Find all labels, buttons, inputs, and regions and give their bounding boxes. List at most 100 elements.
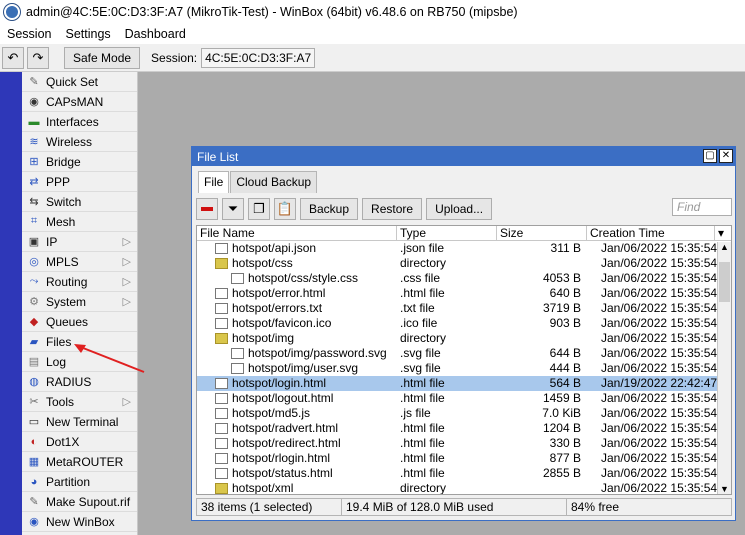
- cell-type: .html file: [400, 421, 445, 435]
- table-header: File Name Type Size Creation Time ▾: [197, 226, 731, 241]
- column-chooser-icon[interactable]: ▾: [715, 226, 731, 240]
- sidebar-item-new-terminal[interactable]: ▭ New Terminal: [22, 412, 137, 432]
- submenu-arrow-icon: ▷: [122, 276, 131, 288]
- ppp-icon: ⇄: [29, 176, 39, 188]
- sidebar-item-routing[interactable]: ⤳ Routing ▷: [22, 272, 137, 292]
- column-creation-time[interactable]: Creation Time: [587, 226, 715, 240]
- file-toolbar: ⏷ ❐ 📋 Backup Restore Upload... Find: [196, 197, 732, 221]
- tab-bar: File Cloud Backup: [198, 171, 318, 193]
- table-row[interactable]: hotspot/radvert.html .html file 1204 B Jan/…: [197, 421, 731, 436]
- file-name-text: hotspot/favicon.ico: [232, 316, 332, 330]
- table-row[interactable]: hotspot/favicon.ico .ico file 903 B Jan/06/…: [197, 316, 731, 331]
- scroll-up-icon[interactable]: ▲: [718, 242, 731, 252]
- winbox-icon: ◉: [29, 516, 39, 528]
- file-list-titlebar[interactable]: File List ▢ ✕: [192, 147, 735, 166]
- sidebar-item-ppp[interactable]: ⇄ PPP: [22, 172, 137, 192]
- upload-button[interactable]: Upload...: [426, 198, 493, 220]
- maximize-icon: ▢: [705, 150, 715, 161]
- table-row[interactable]: hotspot/xml directory Jan/06/2022 15:35:54: [197, 481, 731, 494]
- sidebar-item-label: IP: [46, 234, 58, 249]
- cell-size: 2855 B: [542, 466, 581, 480]
- sidebar-item-interfaces[interactable]: ▬ Interfaces: [22, 112, 137, 132]
- table-row[interactable]: hotspot/img/user.svg .svg file 444 B Jan/06…: [197, 361, 731, 376]
- table-row[interactable]: hotspot/redirect.html .html file 330 B Jan/…: [197, 436, 731, 451]
- sidebar-item-metarouter[interactable]: ▦ MetaROUTER: [22, 452, 137, 472]
- table-row[interactable]: hotspot/api.json .json file 311 B Jan/06/20…: [197, 241, 731, 256]
- cell-type: .txt file: [400, 301, 435, 315]
- table-row[interactable]: hotspot/errors.txt .txt file 3719 B Jan/06/…: [197, 301, 731, 316]
- sidebar-item-label: System: [46, 294, 87, 309]
- status-free: 84% free: [571, 500, 620, 514]
- sidebar-item-tools[interactable]: ✂ Tools ▷: [22, 392, 137, 412]
- file-icon: [215, 318, 228, 329]
- tab-cloud-backup[interactable]: Cloud Backup: [230, 171, 318, 193]
- scroll-thumb[interactable]: [719, 262, 730, 302]
- file-icon: [215, 393, 228, 404]
- filter-button[interactable]: ⏷: [222, 198, 244, 220]
- sidebar-item-ip[interactable]: ▣ IP ▷: [22, 232, 137, 252]
- sidebar-item-make-supout-rif[interactable]: ✎ Make Supout.rif: [22, 492, 137, 512]
- undo-button[interactable]: ↶: [2, 46, 24, 69]
- file-name-text: hotspot/img/password.svg: [248, 346, 387, 360]
- session-field[interactable]: 4C:5E:0C:D3:3F:A7: [201, 47, 316, 68]
- backup-button[interactable]: Backup: [300, 198, 359, 220]
- sidebar-item-quick-set[interactable]: ✎ Quick Set: [22, 72, 137, 92]
- column-size[interactable]: Size: [497, 226, 587, 240]
- mesh-icon: ⌗: [30, 215, 38, 227]
- scroll-down-icon[interactable]: ▼: [718, 484, 731, 494]
- sidebar: ✎ Quick Set ◉ CAPsMAN ▬ Interfaces ≋ Wireless ⊞ B…: [22, 72, 138, 535]
- sidebar-item-mpls[interactable]: ◎ MPLS ▷: [22, 252, 137, 272]
- column-file-name[interactable]: File Name: [197, 226, 397, 240]
- sidebar-item-new-winbox[interactable]: ◉ New WinBox: [22, 512, 137, 532]
- column-type[interactable]: Type: [397, 226, 497, 240]
- safe-mode-button[interactable]: Safe Mode: [64, 46, 141, 69]
- cell-type: .json file: [400, 241, 445, 255]
- menu-session[interactable]: Session: [0, 27, 58, 41]
- remove-button[interactable]: [196, 198, 218, 220]
- cell-size: 877 B: [549, 451, 581, 465]
- find-input[interactable]: Find: [672, 198, 732, 216]
- sidebar-item-partition[interactable]: ◕ Partition: [22, 472, 137, 492]
- cell-type: .html file: [400, 466, 445, 480]
- ip-icon: ▣: [28, 236, 40, 248]
- sidebar-item-queues[interactable]: ◆ Queues: [22, 312, 137, 332]
- sidebar-item-switch[interactable]: ⇆ Switch: [22, 192, 137, 212]
- vertical-scrollbar[interactable]: ▲ ▼: [717, 242, 731, 494]
- table-row[interactable]: hotspot/css/style.css .css file 4053 B Jan/…: [197, 271, 731, 286]
- sidebar-item-wireless[interactable]: ≋ Wireless: [22, 132, 137, 152]
- routing-icon: ⤳: [29, 275, 39, 287]
- sidebar-item-bridge[interactable]: ⊞ Bridge: [22, 152, 137, 172]
- cell-size: 1204 B: [542, 421, 581, 435]
- cell-file-name: hotspot/img/user.svg: [197, 361, 397, 376]
- file-name-text: hotspot/errors.txt: [232, 301, 323, 315]
- table-row[interactable]: hotspot/error.html .html file 640 B Jan/06/…: [197, 286, 731, 301]
- sidebar-item-label: Log: [46, 354, 67, 369]
- table-row[interactable]: hotspot/css directory Jan/06/2022 15:35:54: [197, 256, 731, 271]
- sidebar-item-system[interactable]: ⚙ System ▷: [22, 292, 137, 312]
- table-row[interactable]: hotspot/logout.html .html file 1459 B Jan/0…: [197, 391, 731, 406]
- redo-button[interactable]: ↷: [27, 46, 49, 69]
- file-icon: [215, 303, 228, 314]
- table-row[interactable]: hotspot/status.html .html file 2855 B Jan/0…: [197, 466, 731, 481]
- paste-button[interactable]: 📋: [274, 198, 296, 220]
- file-icon: [231, 363, 244, 374]
- table-row[interactable]: hotspot/md5.js .js file 7.0 KiB Jan/06/2022…: [197, 406, 731, 421]
- table-row[interactable]: hotspot/img directory Jan/06/2022 15:35:54: [197, 331, 731, 346]
- tab-file[interactable]: File: [198, 171, 230, 193]
- switch-icon: ⇆: [29, 196, 39, 208]
- copy-button[interactable]: ❐: [248, 198, 270, 220]
- menu-dashboard[interactable]: Dashboard: [118, 27, 193, 41]
- table-row[interactable]: hotspot/login.html .html file 564 B Jan/19/…: [197, 376, 731, 391]
- sidebar-item-label: Bridge: [46, 154, 81, 169]
- menu-settings[interactable]: Settings: [58, 27, 117, 41]
- sidebar-item-capsman[interactable]: ◉ CAPsMAN: [22, 92, 137, 112]
- maximize-button[interactable]: ▢: [703, 149, 717, 163]
- cell-size: 311 B: [550, 241, 581, 255]
- table-row[interactable]: hotspot/img/password.svg .svg file 644 B Ja…: [197, 346, 731, 361]
- close-button[interactable]: ✕: [719, 149, 733, 163]
- table-row[interactable]: hotspot/rlogin.html .html file 877 B Jan/06…: [197, 451, 731, 466]
- sidebar-item-dot1x[interactable]: ◐ Dot1X: [22, 432, 137, 452]
- restore-button[interactable]: Restore: [362, 198, 423, 220]
- sidebar-item-mesh[interactable]: ⌗ Mesh: [22, 212, 137, 232]
- cell-size: 644 B: [549, 346, 581, 360]
